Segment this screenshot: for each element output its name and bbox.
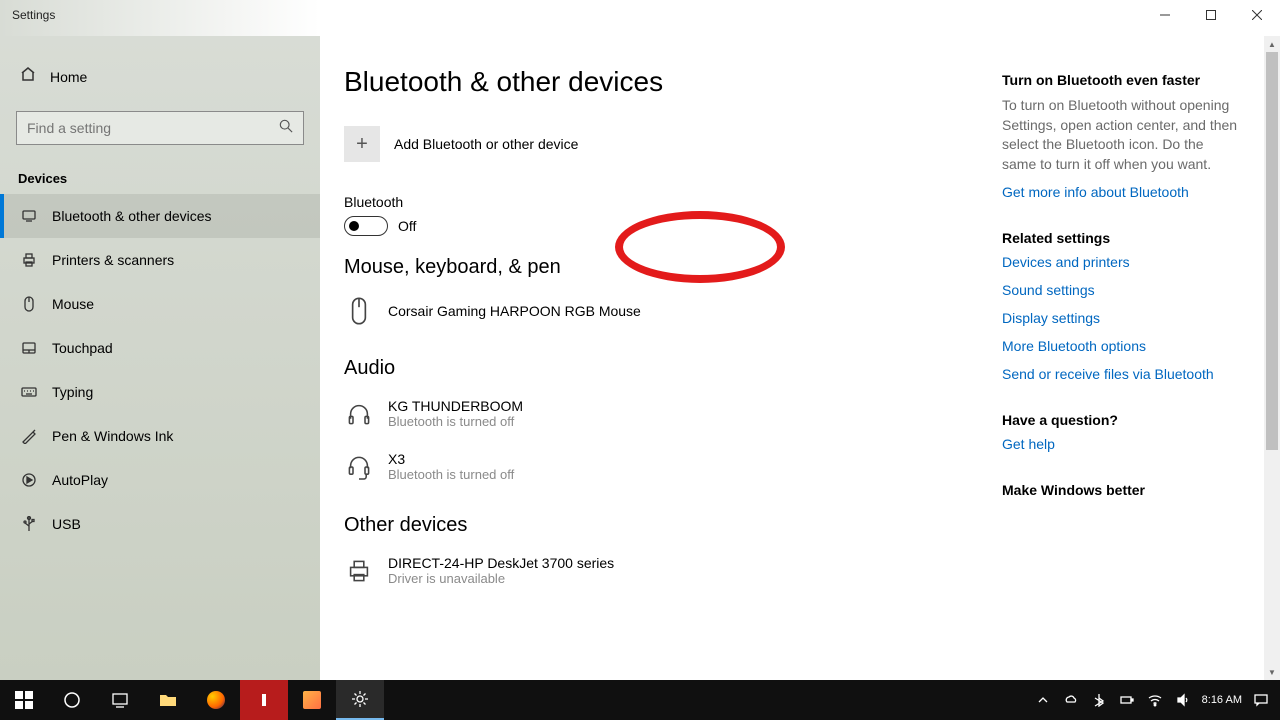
home-icon [20,66,36,87]
sidebar: Home Devices Bluetooth & other devices P… [0,36,320,680]
improve-title: Make Windows better [1002,482,1240,498]
search-icon [279,119,293,138]
category-other: Other devices [344,514,974,537]
headset-icon [344,453,374,481]
scrollbar[interactable]: ▲ ▼ [1264,36,1280,680]
window-controls [1142,0,1280,30]
sidebar-item-usb[interactable]: USB [0,502,320,546]
close-button[interactable] [1234,0,1280,30]
bluetooth-toggle[interactable] [344,216,388,236]
page-title: Bluetooth & other devices [344,66,974,98]
keyboard-icon [20,384,38,400]
settings-taskbar-button[interactable] [336,680,384,720]
wifi-icon[interactable] [1146,693,1164,707]
related-link[interactable]: Sound settings [1002,282,1240,298]
battery-icon[interactable] [1118,693,1136,707]
question-title: Have a question? [1002,412,1240,428]
search-field[interactable] [27,120,279,136]
headphones-icon [344,400,374,428]
app-red-button[interactable] [240,680,288,720]
add-device-button[interactable]: + Add Bluetooth or other device [344,126,974,162]
mouse-icon [20,296,38,312]
app-orange-button[interactable] [288,680,336,720]
bluetooth-section-label: Bluetooth [344,194,974,210]
touchpad-icon [20,340,38,356]
task-view-button[interactable] [96,680,144,720]
scroll-thumb[interactable] [1266,52,1278,450]
autoplay-icon [20,472,38,488]
sidebar-item-mouse[interactable]: Mouse [0,282,320,326]
sidebar-item-bluetooth[interactable]: Bluetooth & other devices [0,194,320,238]
related-link[interactable]: Display settings [1002,310,1240,326]
minimize-button[interactable] [1142,0,1188,30]
maximize-button[interactable] [1188,0,1234,30]
search-input[interactable] [16,111,304,145]
related-title: Related settings [1002,230,1240,246]
sidebar-item-touchpad[interactable]: Touchpad [0,326,320,370]
category-mouse-keyboard: Mouse, keyboard, & pen [344,256,974,279]
scroll-down-arrow[interactable]: ▼ [1264,664,1280,680]
device-name: KG THUNDERBOOM [388,398,523,414]
sidebar-item-typing[interactable]: Typing [0,370,320,414]
device-row[interactable]: X3 Bluetooth is turned off [344,443,974,496]
related-link[interactable]: Send or receive files via Bluetooth [1002,366,1240,382]
content-area: Bluetooth & other devices + Add Bluetoot… [320,36,1280,680]
device-name: DIRECT-24-HP DeskJet 3700 series [388,555,614,571]
home-nav[interactable]: Home [0,56,320,97]
printer-device-icon [344,557,374,585]
related-link[interactable]: More Bluetooth options [1002,338,1240,354]
sidebar-section-header: Devices [0,163,320,194]
category-audio: Audio [344,357,974,380]
home-label: Home [50,69,87,85]
main-panel: Bluetooth & other devices + Add Bluetoot… [320,36,994,680]
device-row[interactable]: KG THUNDERBOOM Bluetooth is turned off [344,390,974,443]
device-row[interactable]: DIRECT-24-HP DeskJet 3700 series Driver … [344,547,974,600]
device-status: Driver is unavailable [388,571,614,586]
firefox-button[interactable] [192,680,240,720]
pen-icon [20,428,38,444]
device-status: Bluetooth is turned off [388,414,523,429]
bluetooth-icon [20,208,38,224]
mouse-device-icon [344,297,374,325]
system-tray: 8:16 AM [1034,693,1280,707]
onedrive-icon[interactable] [1062,693,1080,707]
notifications-icon[interactable] [1252,693,1270,707]
start-button[interactable] [0,680,48,720]
printer-icon [20,252,38,268]
volume-icon[interactable] [1174,693,1192,707]
tip-link[interactable]: Get more info about Bluetooth [1002,184,1240,200]
device-name: Corsair Gaming HARPOON RGB Mouse [388,303,641,319]
clock[interactable]: 8:16 AM [1202,694,1242,706]
sidebar-item-pen[interactable]: Pen & Windows Ink [0,414,320,458]
title-bar: Settings [0,0,1280,36]
sidebar-item-autoplay[interactable]: AutoPlay [0,458,320,502]
usb-icon [20,516,38,532]
right-pane: Turn on Bluetooth even faster To turn on… [994,36,1264,680]
sidebar-item-printers[interactable]: Printers & scanners [0,238,320,282]
chevron-up-icon[interactable] [1034,693,1052,707]
device-status: Bluetooth is turned off [388,467,514,482]
window-title: Settings [0,0,67,30]
taskbar: 8:16 AM [0,680,1280,720]
device-row[interactable]: Corsair Gaming HARPOON RGB Mouse [344,289,974,339]
scroll-track[interactable] [1264,52,1280,664]
device-name: X3 [388,451,514,467]
file-explorer-button[interactable] [144,680,192,720]
cortana-button[interactable] [48,680,96,720]
tip-body: To turn on Bluetooth without opening Set… [1002,96,1240,174]
related-link[interactable]: Devices and printers [1002,254,1240,270]
scroll-up-arrow[interactable]: ▲ [1264,36,1280,52]
get-help-link[interactable]: Get help [1002,436,1240,452]
plus-icon: + [344,126,380,162]
bluetooth-tray-icon[interactable] [1090,693,1108,707]
tip-title: Turn on Bluetooth even faster [1002,72,1240,88]
bluetooth-toggle-state: Off [398,218,416,234]
add-device-label: Add Bluetooth or other device [394,136,578,152]
